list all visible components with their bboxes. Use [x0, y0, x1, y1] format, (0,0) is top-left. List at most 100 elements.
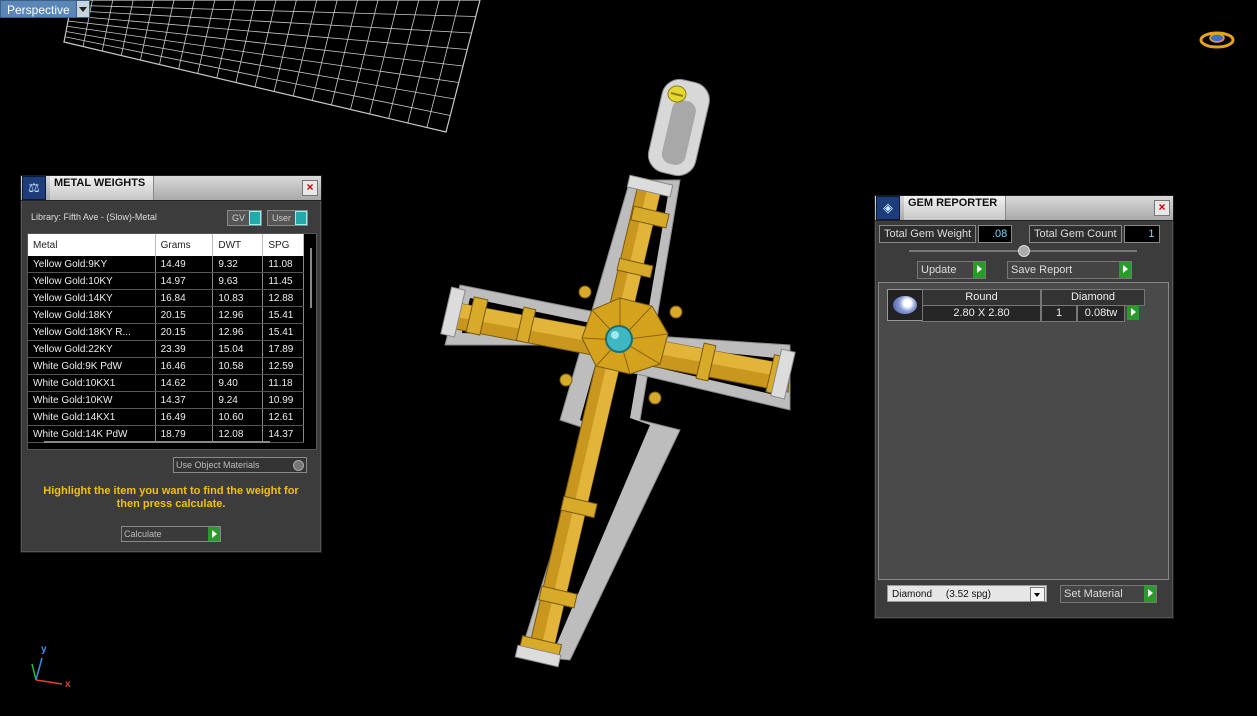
- use-object-materials-radio[interactable]: [293, 460, 304, 471]
- gem-count: 1: [1041, 305, 1077, 322]
- gem-reporter-title: GEM REPORTER: [904, 196, 1007, 220]
- dwt-cell: 9.32: [212, 256, 264, 273]
- total-gem-weight-value: .08: [978, 225, 1013, 243]
- grams-cell: 14.62: [155, 374, 214, 392]
- table-row[interactable]: White Gold:14K PdW 18.79 12.08 14.37: [28, 425, 304, 443]
- update-label: Update: [921, 264, 957, 276]
- gem-reporter-titlebar[interactable]: ◈ GEM REPORTER ×: [875, 196, 1173, 221]
- table-row[interactable]: White Gold:10KX1 14.62 9.40 11.18: [28, 374, 304, 392]
- material-select-value: Diamond (3.52 spg): [892, 589, 991, 600]
- grams-cell: 14.37: [155, 391, 214, 409]
- spg-cell: 12.59: [262, 357, 304, 375]
- play-icon[interactable]: [973, 262, 985, 278]
- library-label: Library: Fifth Ave - (Slow)-Metal: [31, 212, 157, 222]
- axis-y-label: y: [41, 644, 47, 655]
- table-row[interactable]: White Gold:14KX1 16.49 10.60 12.61: [28, 408, 304, 426]
- dwt-cell: 10.83: [212, 289, 264, 307]
- table-row[interactable]: Yellow Gold:18KY R... 20.15 12.96 15.41: [28, 323, 304, 341]
- gem-reporter-panel: ◈ GEM REPORTER × Total Gem Weight .08 To…: [874, 195, 1174, 619]
- metal-cell: White Gold:10KW: [28, 391, 156, 409]
- set-material-button[interactable]: Set Material: [1060, 585, 1157, 603]
- viewport-dropdown-icon[interactable]: [76, 0, 90, 18]
- gem-shape: Round: [922, 289, 1041, 306]
- axis-gizmo: [31, 657, 63, 685]
- material-select[interactable]: Diamond (3.52 spg): [887, 585, 1047, 602]
- dwt-cell: 9.63: [212, 272, 264, 290]
- grams-cell: 16.49: [155, 408, 214, 426]
- grams-cell: 14.49: [155, 256, 214, 273]
- total-gem-count-value: 1: [1123, 225, 1160, 243]
- table-row[interactable]: White Gold:9K PdW 16.46 10.58 12.59: [28, 357, 304, 375]
- column-header-spg[interactable]: SPG: [262, 234, 304, 256]
- axis-x-label: x: [65, 679, 71, 690]
- column-header-metal[interactable]: Metal: [28, 234, 156, 256]
- gem-size: 2.80 X 2.80: [922, 305, 1041, 322]
- grams-cell: 18.79: [155, 425, 214, 443]
- grams-cell: 20.15: [155, 306, 214, 324]
- dwt-cell: 9.24: [212, 391, 264, 409]
- metal-cell: Yellow Gold:22KY: [28, 340, 156, 358]
- ring-icon[interactable]: [1199, 31, 1235, 49]
- use-object-materials-option[interactable]: Use Object Materials: [173, 457, 307, 473]
- metal-weights-table[interactable]: Metal Grams DWT SPG Yellow Gold:9KY 14.49…: [27, 233, 317, 450]
- viewport-label[interactable]: Perspective: [0, 0, 90, 18]
- calculate-button[interactable]: Calculate: [121, 526, 221, 542]
- user-toggle-knob[interactable]: [295, 211, 308, 225]
- grams-cell: 16.84: [155, 289, 214, 307]
- viewport-name[interactable]: Perspective: [0, 0, 77, 18]
- table-row[interactable]: Yellow Gold:22KY 23.39 15.04 17.89: [28, 340, 304, 358]
- horizontal-scrollbar[interactable]: [44, 441, 270, 443]
- dwt-cell: 9.40: [212, 374, 264, 392]
- metal-weights-panel: ⚖ METAL WEIGHTS × Library: Fifth Ave - (…: [20, 175, 322, 553]
- spg-cell: 11.08: [262, 256, 304, 273]
- spg-cell: 10.99: [262, 391, 304, 409]
- metal-cell: White Gold:14KX1: [28, 408, 156, 426]
- column-header-grams[interactable]: Grams: [155, 234, 214, 256]
- table-row[interactable]: Yellow Gold:14KY 16.84 10.83 12.88: [28, 289, 304, 307]
- metal-cell: Yellow Gold:14KY: [28, 289, 156, 307]
- metal-weights-titlebar[interactable]: ⚖ METAL WEIGHTS ×: [21, 176, 321, 201]
- play-icon[interactable]: [208, 527, 220, 541]
- grams-cell: 20.15: [155, 323, 214, 341]
- grams-cell: 16.46: [155, 357, 214, 375]
- table-row[interactable]: Yellow Gold:18KY 20.15 12.96 15.41: [28, 306, 304, 324]
- spg-cell: 11.18: [262, 374, 304, 392]
- gem-slider[interactable]: [909, 245, 1137, 257]
- play-icon[interactable]: [1144, 586, 1156, 602]
- total-gem-weight-label: Total Gem Weight: [879, 225, 977, 243]
- dwt-cell: 15.04: [212, 340, 264, 358]
- user-toggle-label: User: [272, 213, 292, 223]
- gv-toggle-label: GV: [232, 213, 246, 223]
- gv-toggle-knob[interactable]: [249, 211, 262, 225]
- round-gem-icon: [893, 296, 917, 314]
- column-header-dwt[interactable]: DWT: [212, 234, 264, 256]
- grams-cell: 14.97: [155, 272, 214, 290]
- table-row[interactable]: Yellow Gold:10KY 14.97 9.63 11.45: [28, 272, 304, 290]
- close-icon[interactable]: ×: [302, 180, 318, 196]
- set-material-label: Set Material: [1064, 588, 1123, 600]
- dwt-cell: 10.60: [212, 408, 264, 426]
- gem-thumbnail[interactable]: [887, 289, 923, 321]
- chevron-down-icon[interactable]: [1030, 587, 1045, 602]
- spg-cell: 12.88: [262, 289, 304, 307]
- spg-cell: 14.37: [262, 425, 304, 443]
- table-row[interactable]: Yellow Gold:9KY 14.49 9.32 11.08: [28, 256, 304, 273]
- instruction-text: Highlight the item you want to find the …: [43, 485, 299, 510]
- save-report-button[interactable]: Save Report: [1007, 261, 1132, 279]
- bail: [647, 78, 710, 177]
- use-object-materials-label: Use Object Materials: [176, 460, 260, 470]
- slider-handle[interactable]: [1018, 245, 1030, 257]
- cross-pendant[interactable]: [440, 76, 796, 668]
- dwt-cell: 10.58: [212, 357, 264, 375]
- close-icon[interactable]: ×: [1154, 200, 1170, 216]
- gv-toggle[interactable]: GV: [227, 210, 263, 226]
- gem-list[interactable]: Round Diamond 2.80 X 2.80 1 0.08tw: [878, 282, 1169, 580]
- update-button[interactable]: Update: [917, 261, 986, 279]
- vertical-scrollbar[interactable]: [310, 248, 312, 308]
- table-row[interactable]: White Gold:10KW 14.37 9.24 10.99: [28, 391, 304, 409]
- metal-cell: Yellow Gold:18KY R...: [28, 323, 156, 341]
- user-toggle[interactable]: User: [267, 210, 309, 226]
- gem-row-play-icon[interactable]: [1127, 305, 1139, 320]
- play-icon[interactable]: [1119, 262, 1131, 278]
- save-report-label: Save Report: [1011, 264, 1073, 276]
